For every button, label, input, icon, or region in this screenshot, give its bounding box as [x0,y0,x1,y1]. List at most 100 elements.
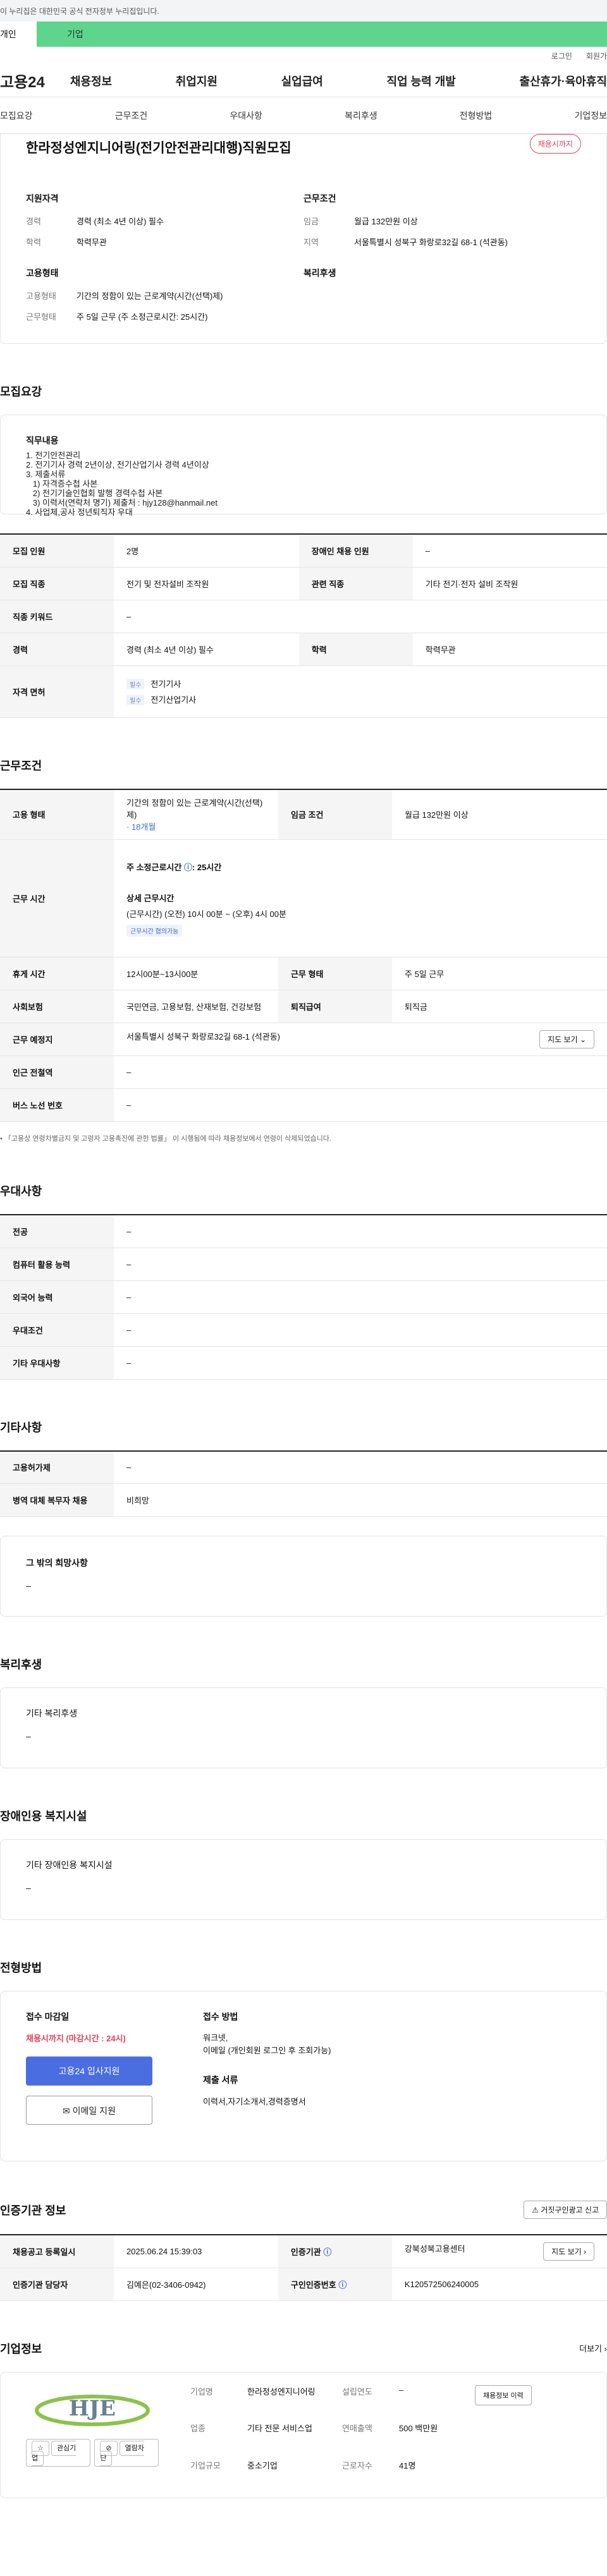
favorite-company-button[interactable]: ☆ 관심기업 [26,2438,91,2467]
join-link[interactable]: 회원가 [586,51,607,61]
value: – [412,534,607,568]
gnb-item-unemployment[interactable]: 실업급여 [281,73,323,89]
company-more-link[interactable]: 더보기 › [579,2342,607,2354]
process-heading: 전형방법 [0,1962,42,1974]
label: 임금 [304,217,319,226]
audience-company-tab[interactable]: 기업 [37,21,607,47]
apply-button[interactable]: 고용24 입사지원 [26,2057,152,2086]
label: 컴퓨터 활용 능력 [0,1248,114,1281]
method-heading: 접수 방법 [203,2012,238,2022]
tab-conditions[interactable]: 근무조건 [115,109,148,122]
welfare-heading: 복리후생 [304,268,336,278]
info-icon[interactable]: ⓘ [184,863,192,872]
welfare-value: – [26,1731,31,1741]
label: 병역 대체 복무자 채용 [0,1483,114,1517]
deadline-heading: 접수 마감일 [26,2012,70,2022]
label: 고용 형태 [0,789,114,840]
label: 자격 면허 [0,665,114,718]
label: 경력 [26,217,41,226]
org-cell: 강북성북고용센터 지도 보기 › [391,2235,607,2268]
value: 서울특별시 성북구 화랑로32길 68-1 (석관동) [126,1032,280,1042]
label: 근로자수 [342,2460,372,2470]
docs-value: 이력서,자기소개서,경력증명서 [203,2097,306,2106]
welfare-heading: 복리후생 [0,1658,42,1671]
value: – [114,1280,607,1314]
company-heading: 기업정보 [0,2342,42,2355]
job-history-button[interactable]: 채용정보 이력 [475,2385,532,2405]
label: 사회보험 [0,990,114,1023]
value: – [114,600,607,633]
gnb-item-jobs[interactable]: 채용정보 [70,73,112,89]
value: 기간의 정함이 있는 근로계약(시간(선택)제) [77,291,223,301]
report-button[interactable]: ⚠ 거짓구인광고 신고 [524,2201,607,2219]
gnb-item-employment-support[interactable]: 취업지원 [176,73,218,89]
disability-heading: 장애인용 복지시설 [0,1810,87,1823]
label: 경력 [0,633,114,666]
label: 전공 [0,1215,114,1248]
logo[interactable]: 고용24 [0,70,45,92]
label: 모집 직종 [0,567,114,600]
gov-notice-bar: 이 누리집은 대한민국 공식 전자정부 누리집입니다. [0,0,607,21]
value: 학력무관 [77,238,107,247]
value: 2명 [114,534,299,568]
recruit-heading: 모집요강 [0,386,42,398]
deadline-badge: 채용시까지 [529,134,581,154]
map-button[interactable]: 지도 보기 ⌄ [539,1030,594,1048]
docs-heading: 제출 서류 [203,2075,238,2085]
block-company-button[interactable]: ⊘ 열람차단 [94,2438,159,2467]
info-icon[interactable]: ⓘ [338,2280,346,2290]
org-map-button[interactable]: 지도 보기 › [543,2242,594,2261]
hours-badge: 근무시간 협의가능 [126,924,183,937]
company-info-grid: 기업명 한라정성엔지니어링 설립연도 – 업종 기타 전문 서비스업 연매출액 500 … [190,2385,462,2485]
value: 서울특별시 성북구 화랑로32길 68-1 (석관동) [354,238,508,247]
label: 관련 직종 [298,567,413,600]
label: 근무형태 [26,312,56,322]
value: 김예은(02-3406-0942) [114,2268,278,2301]
hours-main: 주 소정근로시간 [126,862,184,872]
value: 전기 및 전자설비 조작원 [114,567,299,600]
tab-preference[interactable]: 우대사항 [230,109,262,122]
conditions-table: 고용 형태 기간의 정함이 있는 근로계약(시간(선택)제) · 18개월 임금 … [0,788,607,1122]
info-icon[interactable]: ⓘ [323,2247,331,2257]
label: 퇴직급여 [278,990,392,1023]
institution-label-cell: 인증기관 ⓘ [278,2235,392,2268]
chevron-right-icon: › [584,2247,586,2256]
value: – [114,1088,607,1122]
label: 기업명 [190,2386,213,2397]
tab-recruit[interactable]: 모집요강 [0,109,33,122]
work-heading: 근무조건 [304,193,336,204]
other-wishes-label: 그 밖의 희망사항 [26,1558,88,1568]
value: – [114,1346,607,1380]
chevron-down-icon: ⌄ [579,1035,586,1044]
tab-welfare[interactable]: 복리후생 [345,109,377,122]
label: 인증기관 담당자 [0,2268,114,2301]
tab-process[interactable]: 전형방법 [460,109,493,122]
duty-text: 1. 전기안전관리 2. 전기기사 경력 2년이상, 전기산업기사 경력 4년이… [26,451,218,517]
hours-detail-head: 상세 근무시간 [126,893,175,903]
chevron-right-icon: › [604,2344,607,2354]
recruit-table: 모집 인원 2명 장애인 채용 인원 – 모집 직종 전기 및 전자설비 조작원 관련 직… [0,533,607,718]
value: 중소기업 [247,2460,278,2470]
disability-label: 기타 장애인용 복지시설 [26,1860,113,1870]
institution-heading: 인증기관 정보 [0,2204,66,2217]
tab-company[interactable]: 기업정보 [574,109,607,122]
util-bar: 로그인 회원가 [0,47,607,64]
map-button-label: 지도 보기 [548,1035,578,1044]
gnb-item-training[interactable]: 직업 능력 개발 [386,73,455,89]
gnb-item-parental-leave[interactable]: 출산휴가·육아휴직 [519,73,606,89]
value: 한라정성엔지니어링 [247,2386,316,2397]
num-label-cell: 구인인증번호 ⓘ [278,2268,392,2301]
login-link[interactable]: 로그인 [551,51,572,61]
preference-heading: 우대사항 [0,1185,42,1198]
audience-person-tab[interactable]: 개인 [0,21,37,47]
value: 학력무관 [412,633,607,666]
report-label: 거짓구인광고 신고 [541,2206,599,2215]
email-apply-button[interactable]: ✉ 이메일 지원 [26,2096,152,2125]
value: 월급 132만원 이상 [392,789,607,840]
value: – [399,2385,404,2395]
company-more-label: 더보기 [579,2344,603,2354]
value: – [114,1215,607,1248]
welfare-box: 기타 복리후생 – [0,1687,607,1768]
age-note: • 「고용상 연령차별금지 및 고령자 고용촉진에 관한 법률」 이 시행됨에 … [0,1135,332,1143]
label: 휴게 시간 [0,957,114,990]
